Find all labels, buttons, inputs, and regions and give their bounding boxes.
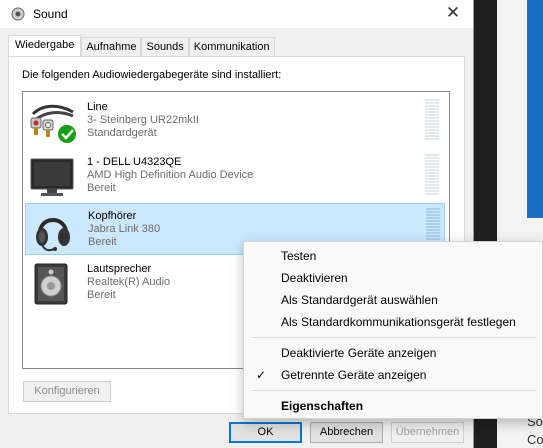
ok-button[interactable]: OK [229, 422, 302, 443]
monitor-icon [30, 158, 74, 196]
headset-icon [36, 218, 70, 252]
menu-item-set-default-communication[interactable]: Als Standardkommunikationsgerät festlege… [244, 311, 543, 333]
device-description: 3- Steinberg UR22mkII [87, 114, 199, 126]
background-blue-panel [527, 0, 543, 218]
apply-button[interactable]: Übernehmen [391, 422, 464, 443]
menu-item-deaktivieren[interactable]: Deaktivieren [244, 267, 543, 289]
background-text: Co [527, 432, 543, 447]
device-status: Bereit [87, 182, 116, 194]
device-name: Line [87, 101, 108, 113]
menu-item-label: Getrennte Geräte anzeigen [281, 368, 427, 382]
list-item[interactable]: Line 3- Steinberg UR22mkII Standardgerät [25, 95, 445, 147]
menu-item-properties[interactable]: Eigenschaften [244, 395, 543, 417]
cancel-button[interactable]: Abbrechen [310, 422, 383, 443]
device-name: 1 - DELL U4323QE [87, 156, 182, 168]
tab-bar: Wiedergabe Aufnahme Sounds Kommunikation [8, 35, 275, 57]
device-name: Kopfhörer [88, 210, 137, 222]
menu-separator [252, 390, 536, 391]
close-icon[interactable]: ✕ [443, 4, 463, 24]
tab-kommunikation[interactable]: Kommunikation [188, 37, 275, 57]
speaker-icon [34, 263, 68, 305]
cable-icon [30, 104, 76, 143]
menu-item-show-disconnected[interactable]: ✓ Getrennte Geräte anzeigen [244, 364, 543, 386]
device-description: Realtek(R) Audio [87, 276, 171, 288]
tab-sounds[interactable]: Sounds [141, 37, 189, 57]
device-name: Lautsprecher [87, 263, 152, 275]
menu-item-set-default[interactable]: Als Standardgerät auswählen [244, 289, 543, 311]
device-status: Standardgerät [87, 127, 157, 139]
tab-aufnahme[interactable]: Aufnahme [81, 37, 142, 57]
title-bar: Sound ✕ [0, 0, 473, 28]
device-status: Bereit [87, 289, 116, 301]
speaker-app-icon [11, 7, 25, 21]
volume-meter [425, 99, 439, 141]
menu-item-show-disabled[interactable]: Deaktivierte Geräte anzeigen [244, 342, 543, 364]
tab-wiedergabe[interactable]: Wiedergabe [8, 35, 82, 57]
instruction-text: Die folgenden Audiowiedergabegeräte sind… [22, 69, 282, 81]
device-status: Bereit [88, 236, 117, 248]
menu-item-testen[interactable]: Testen [244, 245, 543, 267]
configure-button[interactable]: Konfigurieren [23, 381, 111, 402]
device-description: AMD High Definition Audio Device [87, 169, 254, 181]
window-title: Sound [33, 7, 68, 21]
menu-separator [252, 337, 536, 338]
checkmark-icon: ✓ [256, 368, 267, 382]
list-item[interactable]: 1 - DELL U4323QE AMD High Definition Aud… [25, 150, 445, 202]
volume-meter [425, 154, 439, 196]
context-menu: Testen Deaktivieren Als Standardgerät au… [243, 241, 543, 419]
device-description: Jabra Link 380 [88, 223, 161, 235]
